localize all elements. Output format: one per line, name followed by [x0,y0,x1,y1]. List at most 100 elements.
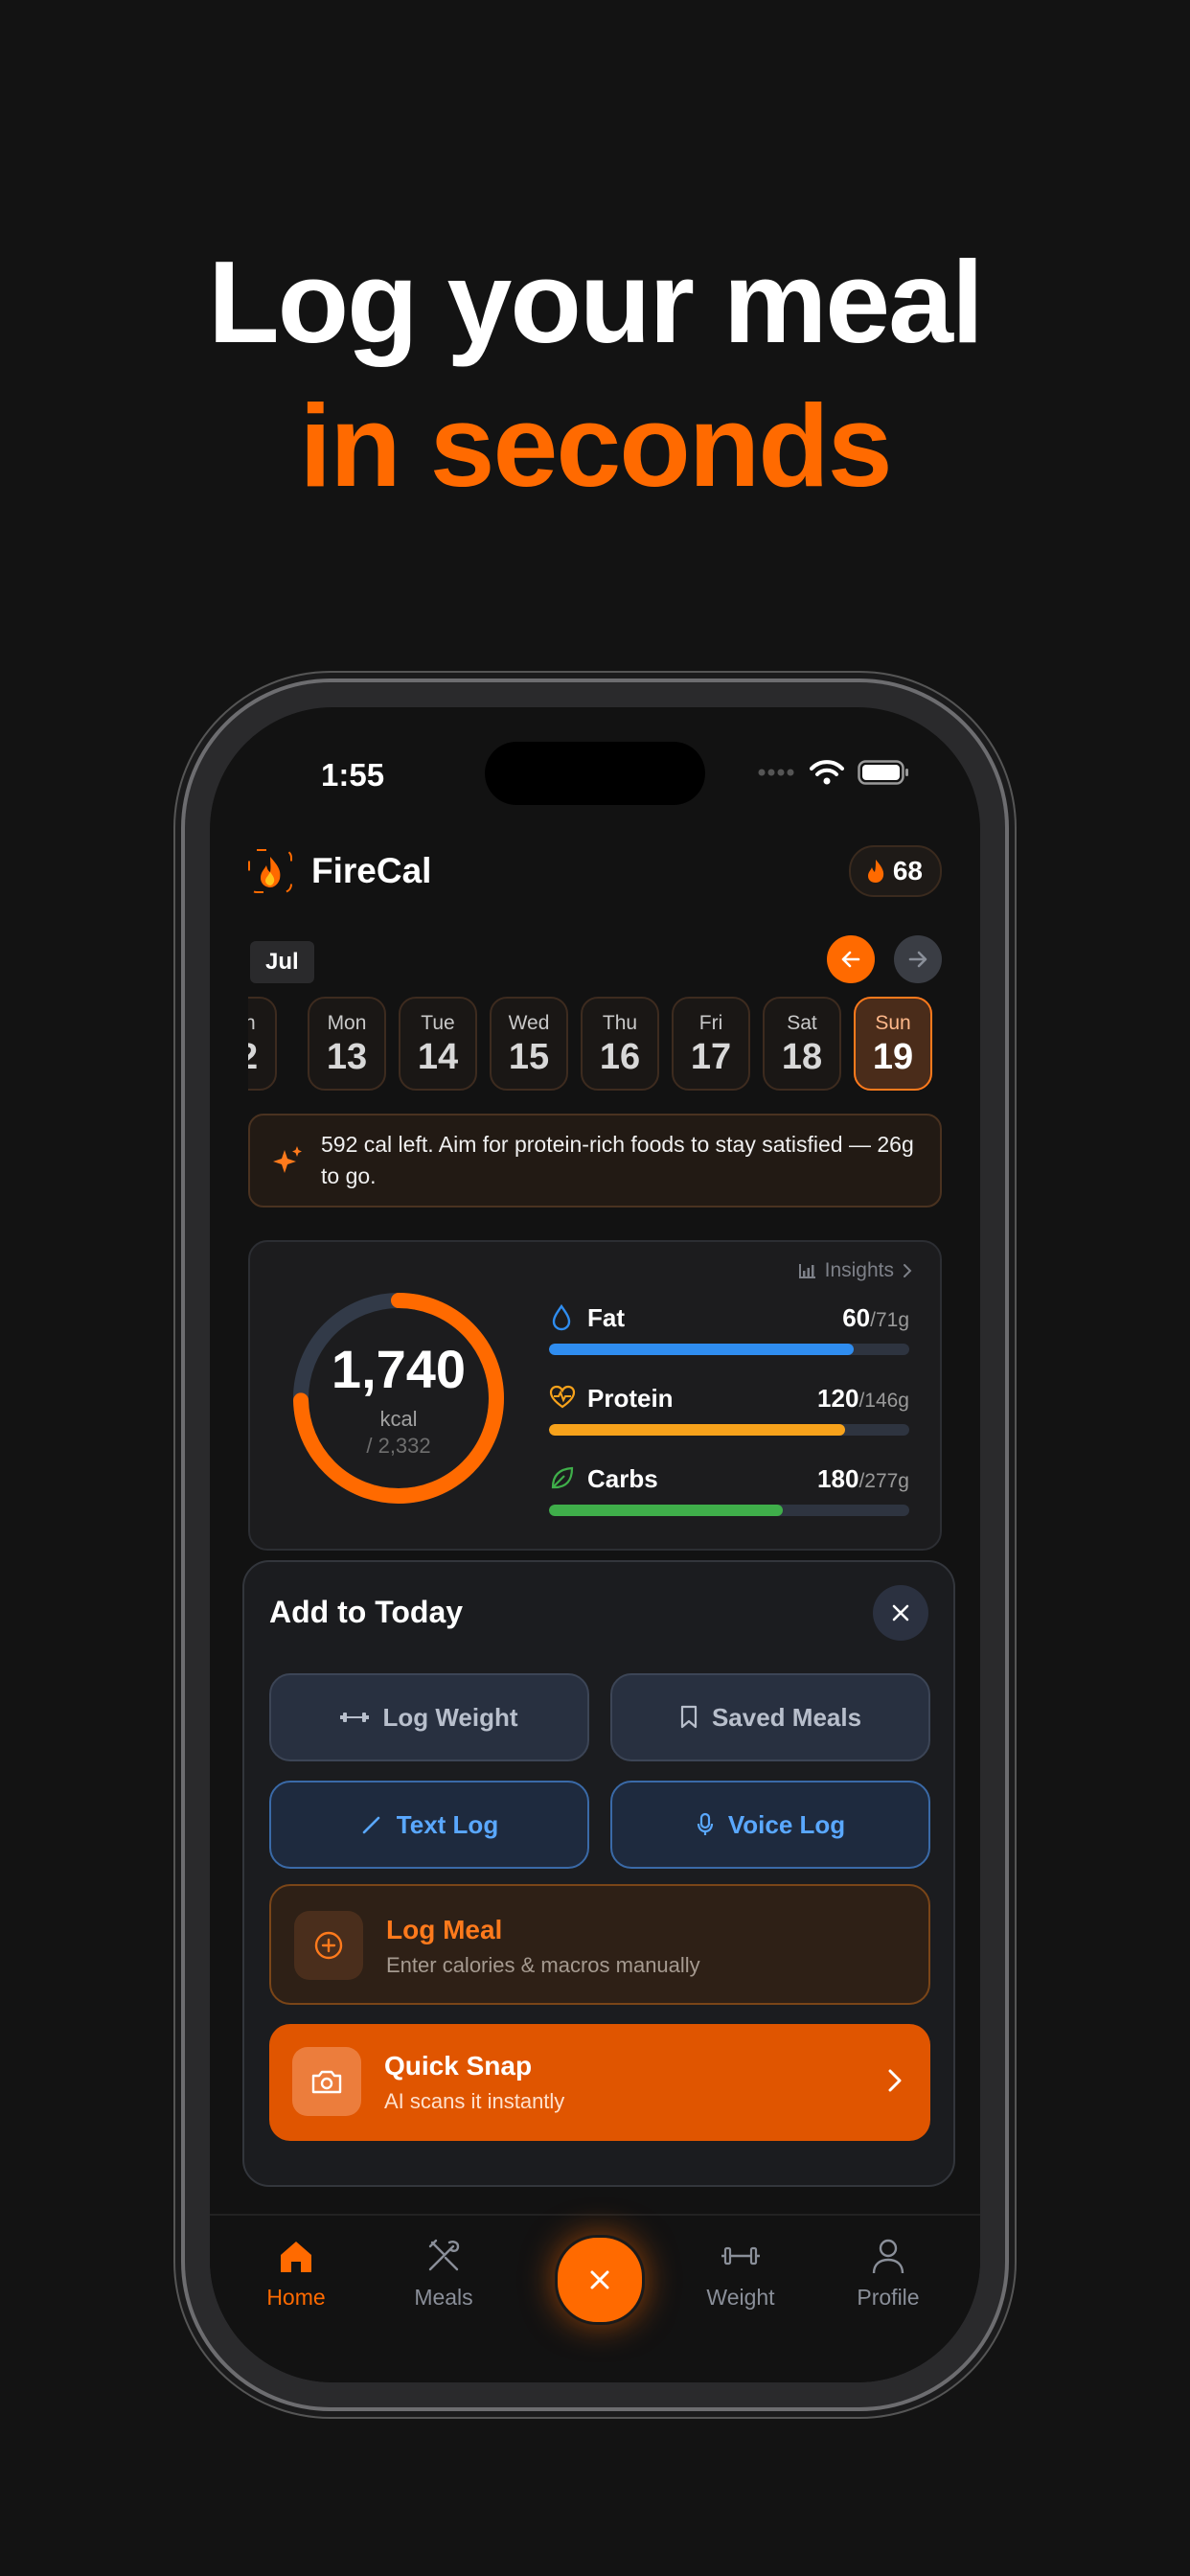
quick-snap-title: Quick Snap [384,2051,533,2081]
phone-volume-down [176,1338,184,1460]
day-chip[interactable]: Mon 13 [308,997,386,1091]
arrow-right-icon [908,951,927,968]
insights-link[interactable]: Insights [798,1259,913,1282]
macro-goal: /71g [870,1309,909,1331]
leaf-icon [551,1466,574,1489]
heart-pulse-icon [549,1385,576,1409]
headline: Log your meal in seconds [0,230,1190,518]
pencil-icon [362,1816,380,1834]
macro-goal: /277g [858,1470,909,1492]
ai-tip-banner: 592 cal left. Aim for protein-rich foods… [248,1114,942,1208]
tab-weight[interactable]: Weight [683,2233,798,2311]
macro-track [549,1344,909,1355]
next-week-button[interactable] [894,935,942,983]
quick-snap-subtitle: AI scans it instantly [384,2089,565,2113]
macro-goal: /146g [858,1390,909,1412]
home-icon [281,2242,311,2272]
macro-value: 180 [817,1464,859,1493]
dumbbell-icon [340,1713,370,1722]
bottom-tab-bar: Home Meals Weight Profile [210,2214,980,2382]
add-fab-close-button[interactable] [555,2235,645,2325]
macro-fat: Fat 60/71g [549,1303,909,1361]
app-header: FireCal 68 [248,845,942,903]
tab-meals[interactable]: Meals [386,2233,501,2311]
voice-log-label: Voice Log [727,1809,846,1839]
day-date: 19 [872,1037,914,1077]
chart-icon [798,1264,815,1278]
streak-badge[interactable]: 68 [848,845,942,897]
app-title: FireCal [311,851,432,890]
day-name: Sun [875,1012,911,1034]
day-date: 14 [417,1037,459,1077]
day-date: 17 [690,1037,732,1077]
calories-consumed: 1,740 [331,1339,467,1399]
tab-label: Weight [706,2285,775,2310]
dumbbell-icon [721,2246,760,2266]
calories-unit: kcal [379,1407,418,1431]
battery-icon [858,760,908,785]
day-chip-selected[interactable]: Sun 19 [854,997,932,1091]
macro-values: 120/146g [817,1384,909,1414]
day-date: 18 [781,1037,823,1077]
log-weight-label: Log Weight [382,1702,518,1732]
droplet-icon [552,1303,571,1331]
phone-action-button [176,1037,184,1108]
fork-knife-icon [428,2239,460,2271]
chevron-right-icon [888,2069,902,2092]
daily-summary-card: Insights 1,740 kcal / 2,332 Fat 60/71g P… [248,1240,942,1551]
day-chip[interactable]: Thu 16 [581,997,659,1091]
week-day-strip: Sun 12 Mon 13 Tue 14 Wed 15 Thu 16 Fri 17 Sat 1… [248,997,942,1092]
day-date: 12 [248,1037,275,1078]
day-chip[interactable]: Fri 17 [672,997,750,1091]
tip-text: 592 cal left. Aim for protein-rich foods… [321,1132,914,1188]
arrow-left-icon [841,951,860,968]
day-name: Sat [787,1012,817,1034]
macro-progress-bar [549,1344,854,1355]
wifi-icon [810,760,844,785]
text-log-button[interactable]: Text Log [269,1781,589,1869]
tab-profile[interactable]: Profile [831,2233,946,2311]
signal-icon [758,769,794,776]
microphone-icon [697,1812,713,1835]
quick-snap-button[interactable]: Quick Snap AI scans it instantly [269,2024,930,2141]
day-name: Wed [508,1012,550,1034]
log-weight-button[interactable]: Log Weight [269,1673,589,1761]
day-chip[interactable]: Wed 15 [490,997,568,1091]
day-name: Fri [698,1012,723,1034]
prev-week-button[interactable] [827,935,875,983]
plus-circle-icon [314,1931,343,1960]
day-name: Mon [327,1012,367,1034]
macro-value: 60 [842,1303,871,1332]
voice-log-button[interactable]: Voice Log [610,1781,930,1869]
text-log-label: Text Log [396,1809,499,1839]
day-name: Thu [602,1012,638,1034]
camera-icon [311,2070,342,2094]
tab-label: Meals [414,2285,473,2310]
chevron-right-icon [904,1264,912,1277]
macro-name: Carbs [587,1464,658,1493]
sparkles-icon [273,1146,302,1173]
day-chip[interactable]: Sun 12 [248,997,277,1091]
add-to-today-panel: Add to Today Log Weight Saved Meals Text… [242,1560,955,2187]
macro-progress-bar [549,1424,846,1436]
log-meal-subtitle: Enter calories & macros manually [386,1953,700,1977]
tab-home[interactable]: Home [239,2233,354,2311]
log-meal-button[interactable]: Log Meal Enter calories & macros manuall… [269,1884,930,2005]
log-meal-icon-box [294,1911,363,1980]
day-chip[interactable]: Sat 18 [763,997,841,1091]
macro-carbs: Carbs 180/277g [549,1464,909,1522]
macro-value: 120 [817,1384,859,1413]
day-chip[interactable]: Tue 14 [399,997,477,1091]
macro-values: 180/277g [817,1464,909,1494]
quick-snap-icon-box [292,2047,361,2116]
saved-meals-label: Saved Meals [711,1702,862,1732]
insights-label: Insights [824,1259,894,1281]
macro-progress-bar [549,1505,784,1516]
close-panel-button[interactable] [873,1585,928,1641]
status-time: 1:55 [321,757,385,793]
tab-label: Home [266,2285,326,2310]
macro-track [549,1505,909,1516]
status-icons [758,759,909,786]
day-date: 13 [326,1037,368,1077]
saved-meals-button[interactable]: Saved Meals [610,1673,930,1761]
